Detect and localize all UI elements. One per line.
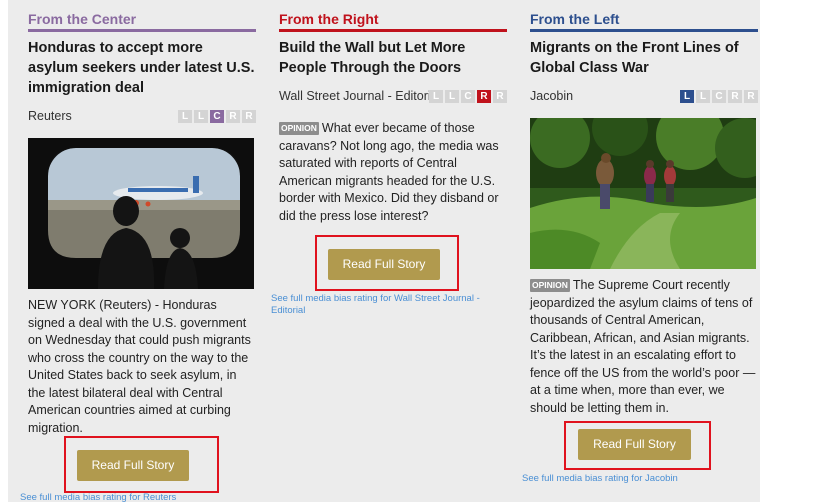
- opinion-badge: OPINION: [279, 122, 319, 135]
- bias-box-l2: L: [445, 90, 459, 103]
- bias-rating-left[interactable]: L L C R R: [680, 90, 758, 103]
- article-summary-text: What ever became of those caravans? Not …: [279, 121, 499, 223]
- column-right: From the Right Build the Wall but Let Mo…: [279, 0, 507, 225]
- bias-rating-right[interactable]: L L C R R: [429, 90, 507, 103]
- article-summary-text: The Supreme Court recently jeopardized t…: [530, 278, 756, 415]
- read-full-story-button-center[interactable]: Read Full Story: [77, 450, 189, 481]
- bias-box-r2: R: [493, 90, 507, 103]
- column-left: From the Left Migrants on the Front Line…: [530, 0, 758, 417]
- read-full-story-button-left[interactable]: Read Full Story: [578, 429, 691, 460]
- source-name-right[interactable]: Wall Street Journal - Editorial: [279, 89, 440, 103]
- bias-box-l1: L: [178, 110, 192, 123]
- source-row-left: Jacobin L L C R R: [530, 87, 758, 107]
- opinion-badge: OPINION: [530, 279, 570, 292]
- article-summary-left: OPINION The Supreme Court recently jeopar…: [530, 277, 758, 417]
- bias-rating-link-left[interactable]: See full media bias rating for Jacobin: [522, 473, 750, 485]
- column-heading-center: From the Center: [28, 0, 256, 32]
- bias-box-l2: L: [194, 110, 208, 123]
- bias-box-c: C: [712, 90, 726, 103]
- bias-box-r1: R: [477, 90, 491, 103]
- bias-box-c: C: [461, 90, 475, 103]
- bias-box-r2: R: [242, 110, 256, 123]
- source-row-right: Wall Street Journal - Editorial L L C R …: [279, 87, 507, 107]
- article-summary-center: NEW YORK (Reuters) - Honduras signed a d…: [28, 298, 251, 435]
- bias-box-l2: L: [696, 90, 710, 103]
- read-full-story-button-right[interactable]: Read Full Story: [328, 249, 440, 280]
- column-heading-left: From the Left: [530, 0, 758, 32]
- column-heading-right: From the Right: [279, 0, 507, 32]
- bias-rating-center[interactable]: L L C R R: [178, 110, 256, 123]
- bias-box-c: C: [210, 110, 224, 123]
- source-row-center: Reuters L L C R R: [28, 107, 256, 127]
- article-photo-left[interactable]: [530, 118, 756, 269]
- bias-rating-link-center[interactable]: See full media bias rating for Reuters: [20, 492, 240, 502]
- headline-left[interactable]: Migrants on the Front Lines of Global Cl…: [530, 38, 758, 78]
- bias-box-l1: L: [680, 90, 694, 103]
- article-summary-right: OPINION What ever became of those caravan…: [279, 120, 507, 225]
- bias-rating-link-right[interactable]: See full media bias rating for Wall Stre…: [271, 293, 499, 317]
- headline-center[interactable]: Honduras to accept more asylum seekers u…: [28, 38, 256, 98]
- bias-box-r1: R: [728, 90, 742, 103]
- source-name-center[interactable]: Reuters: [28, 109, 72, 123]
- column-center: From the Center Honduras to accept more …: [28, 0, 256, 437]
- article-photo-center[interactable]: [28, 138, 254, 289]
- source-name-left[interactable]: Jacobin: [530, 89, 573, 103]
- bias-box-l1: L: [429, 90, 443, 103]
- bias-box-r1: R: [226, 110, 240, 123]
- bias-box-r2: R: [744, 90, 758, 103]
- headline-right[interactable]: Build the Wall but Let More People Throu…: [279, 38, 507, 78]
